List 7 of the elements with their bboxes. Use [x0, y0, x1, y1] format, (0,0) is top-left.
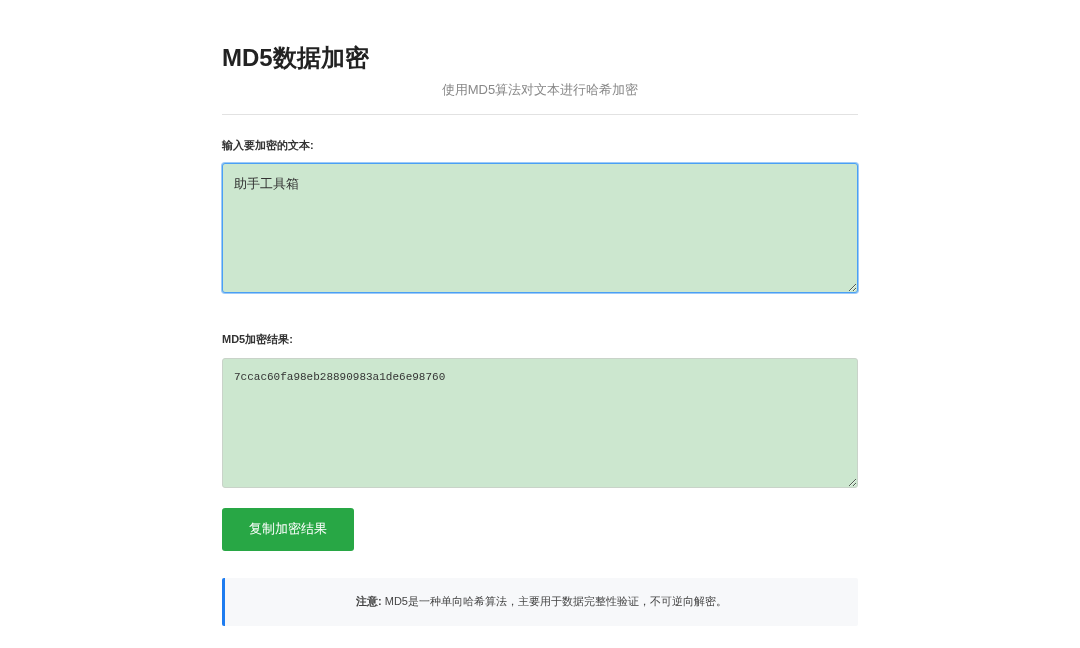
output-field[interactable]: 7ccac60fa98eb28890983a1de6e98760: [222, 357, 858, 488]
note-text: 注意: MD5是一种单向哈希算法，主要用于数据完整性验证，不可逆向解密。: [356, 594, 727, 610]
page-title: MD5数据加密: [222, 43, 370, 73]
page-subtitle: 使用MD5算法对文本进行哈希加密: [440, 81, 640, 99]
field-label: 输入要加密的文本:: [222, 137, 315, 153]
field-label: MD5加密结果:: [222, 332, 294, 347]
input-field[interactable]: 助手工具箱: [222, 163, 858, 293]
